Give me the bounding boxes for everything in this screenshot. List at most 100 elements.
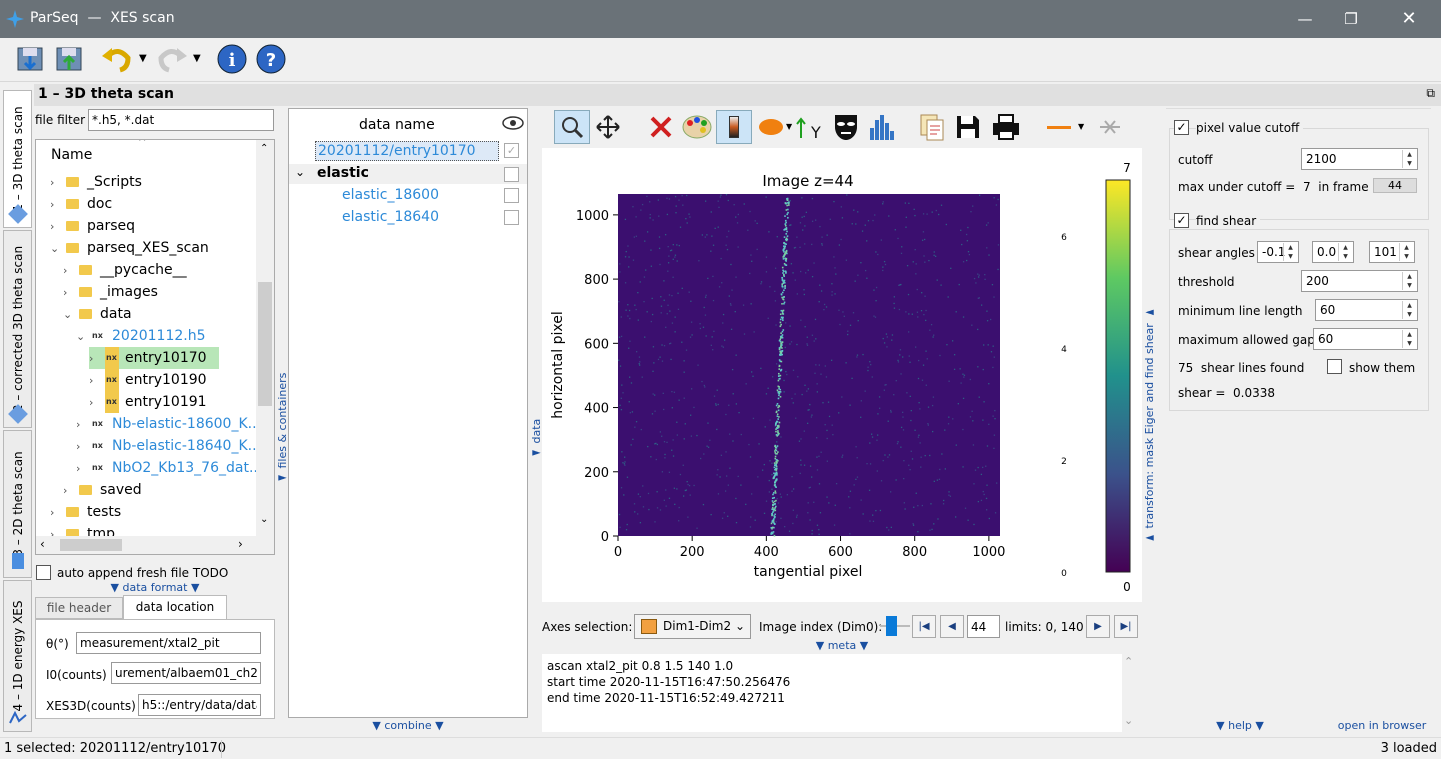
tree-item[interactable]: › __pycache__: [63, 259, 187, 281]
reset-zoom-icon[interactable]: [648, 114, 674, 140]
visibility-eye-icon[interactable]: [502, 116, 524, 130]
mask-icon[interactable]: [832, 112, 860, 142]
tree-item[interactable]: › nx Nb-elastic-18640_K...: [76, 435, 256, 457]
scroll-up-icon[interactable]: ⌃: [1124, 655, 1133, 668]
print-icon[interactable]: [991, 113, 1021, 141]
tree-item[interactable]: › saved: [63, 479, 142, 501]
hscroll-thumb[interactable]: [60, 539, 122, 551]
tab-node-4[interactable]: 4 – 1D energy XES: [3, 580, 32, 732]
zoom-button[interactable]: [554, 110, 590, 144]
data-item[interactable]: elastic_18600: [342, 187, 439, 203]
redo-icon[interactable]: [155, 42, 189, 76]
scroll-down-icon[interactable]: ⌄: [260, 514, 268, 525]
histogram-icon[interactable]: [867, 112, 895, 142]
tree-vscrollbar[interactable]: ⌃ ⌄: [256, 140, 274, 538]
tree-item[interactable]: › nx Nb-elastic-18600_K...: [76, 413, 256, 435]
help-icon[interactable]: ?: [254, 42, 288, 76]
xes3d-field[interactable]: [138, 694, 261, 716]
tree-item[interactable]: ⌄ nx 20201112.h5: [76, 325, 206, 347]
save-project-icon[interactable]: [53, 42, 87, 76]
open-in-browser-link[interactable]: open in browser: [1330, 719, 1434, 732]
tree-item[interactable]: › parseq: [50, 215, 135, 237]
expanded-arrow-icon[interactable]: ⌄: [76, 326, 88, 348]
help-toggle[interactable]: ▼ help ▼: [1200, 719, 1280, 732]
y-axis-direction-icon[interactable]: Y: [795, 112, 825, 142]
collapsed-arrow-icon[interactable]: ›: [89, 370, 101, 392]
tree-item[interactable]: › nx NbO2_Kb13_76_dat...: [76, 457, 256, 479]
max-gap-spinbox[interactable]: 60: [1313, 328, 1418, 350]
redo-menu-icon[interactable]: ▼: [193, 53, 201, 64]
combine-toggle[interactable]: ▼ combine ▼: [288, 719, 528, 732]
first-frame-button[interactable]: |◀: [912, 615, 936, 638]
line-style-icon[interactable]: [1047, 126, 1071, 129]
tab-file-header[interactable]: file header: [35, 597, 123, 619]
next-frame-button[interactable]: ▶: [1086, 615, 1110, 638]
shear-angle-step-spinbox[interactable]: 0.0: [1312, 241, 1354, 263]
collapsed-arrow-icon[interactable]: ›: [50, 216, 62, 238]
threshold-spinbox[interactable]: 200: [1301, 270, 1418, 292]
i0-field[interactable]: [111, 662, 261, 684]
undock-icon[interactable]: ⧉: [1426, 86, 1435, 101]
expanded-arrow-icon[interactable]: ⌄: [50, 238, 62, 260]
plot-canvas[interactable]: Image z=44 0 200 400 600 800 1000 0 200 400 600 80…: [542, 148, 1142, 602]
data-item[interactable]: elastic_18640: [342, 209, 439, 225]
auto-append-checkbox[interactable]: [36, 565, 51, 580]
transform-toggle[interactable]: ► transform: mask Eiger and find shear ►: [1143, 295, 1156, 545]
minimize-icon[interactable]: —: [1282, 6, 1328, 32]
index-slider-handle[interactable]: [886, 616, 897, 636]
load-project-icon[interactable]: [14, 42, 48, 76]
collapsed-arrow-icon[interactable]: ›: [76, 414, 88, 436]
tree-item[interactable]: › tests: [50, 501, 121, 523]
tab-node-2[interactable]: 2 – corrected 3D theta scan: [3, 230, 32, 428]
collapsed-arrow-icon[interactable]: ›: [63, 260, 75, 282]
show-lines-checkbox[interactable]: [1327, 359, 1342, 374]
copy-icon[interactable]: [918, 112, 946, 142]
axes-selection-combo[interactable]: Dim1-Dim2 ⌄: [634, 614, 751, 639]
tree-item[interactable]: › nx entry10190: [89, 369, 207, 391]
heatmap-image[interactable]: [618, 194, 1000, 536]
collapsed-arrow-icon[interactable]: ›: [50, 502, 62, 524]
shear-angle-min-spinbox[interactable]: -0.1: [1257, 241, 1299, 263]
pixel-cutoff-checkbox[interactable]: ✓: [1174, 120, 1189, 135]
meta-text[interactable]: ascan xtal2_pit 0.8 1.5 140 1.0 start ti…: [542, 654, 1122, 732]
maximize-icon[interactable]: ❐: [1328, 6, 1374, 32]
info-icon[interactable]: i: [215, 42, 249, 76]
theta-field[interactable]: [76, 632, 261, 654]
tree-hscrollbar[interactable]: ‹ ›: [36, 536, 274, 554]
tab-data-location[interactable]: data location: [123, 595, 227, 620]
tree-item[interactable]: ⌄ parseq_XES_scan: [50, 237, 209, 259]
close-icon[interactable]: ✕: [1386, 6, 1432, 32]
undo-icon[interactable]: [100, 42, 134, 76]
data-item-visible-checkbox[interactable]: ✓: [504, 143, 519, 158]
colorbar-button[interactable]: [716, 110, 752, 144]
colormap-icon[interactable]: [681, 113, 713, 141]
aspect-ratio-icon[interactable]: [757, 117, 785, 137]
scroll-right-icon[interactable]: ›: [238, 537, 243, 551]
data-item-visible-checkbox[interactable]: [504, 188, 519, 203]
collapsed-arrow-icon[interactable]: ›: [89, 392, 101, 414]
file-filter-input[interactable]: [88, 109, 274, 131]
last-frame-button[interactable]: ▶|: [1114, 615, 1138, 638]
data-tree[interactable]: data name 20201112/entry10170 ✓ ⌄ elasti…: [288, 108, 528, 718]
scroll-left-icon[interactable]: ‹: [40, 537, 45, 551]
expand-icon[interactable]: ⌄: [295, 165, 305, 179]
collapsed-arrow-icon[interactable]: ›: [89, 348, 101, 370]
collapsed-arrow-icon[interactable]: ›: [63, 480, 75, 502]
image-index-input[interactable]: [967, 615, 1000, 638]
scroll-up-icon[interactable]: ⌃: [260, 143, 268, 154]
tree-item[interactable]: › doc: [50, 193, 112, 215]
file-tree[interactable]: Name ^ › _Scripts › doc › parseq ⌄ parseq_XES_s…: [35, 139, 275, 555]
tree-item[interactable]: › nx entry10170: [89, 347, 219, 369]
min-line-length-spinbox[interactable]: 60: [1315, 299, 1418, 321]
group-visible-checkbox[interactable]: [504, 167, 519, 182]
meta-toggle[interactable]: ▼ meta ▼: [542, 639, 1142, 652]
remove-marker-icon[interactable]: [1098, 118, 1122, 136]
collapsed-arrow-icon[interactable]: ›: [76, 458, 88, 480]
data-format-toggle[interactable]: ▼ data format ▼: [35, 581, 275, 594]
expanded-arrow-icon[interactable]: ⌄: [63, 304, 75, 326]
shear-angle-count-spinbox[interactable]: 101: [1369, 241, 1415, 263]
tree-item[interactable]: › _Scripts: [50, 171, 142, 193]
collapsed-arrow-icon[interactable]: ›: [63, 282, 75, 304]
collapsed-arrow-icon[interactable]: ›: [50, 194, 62, 216]
tab-node-3[interactable]: 3 – 2D theta scan: [3, 430, 32, 578]
